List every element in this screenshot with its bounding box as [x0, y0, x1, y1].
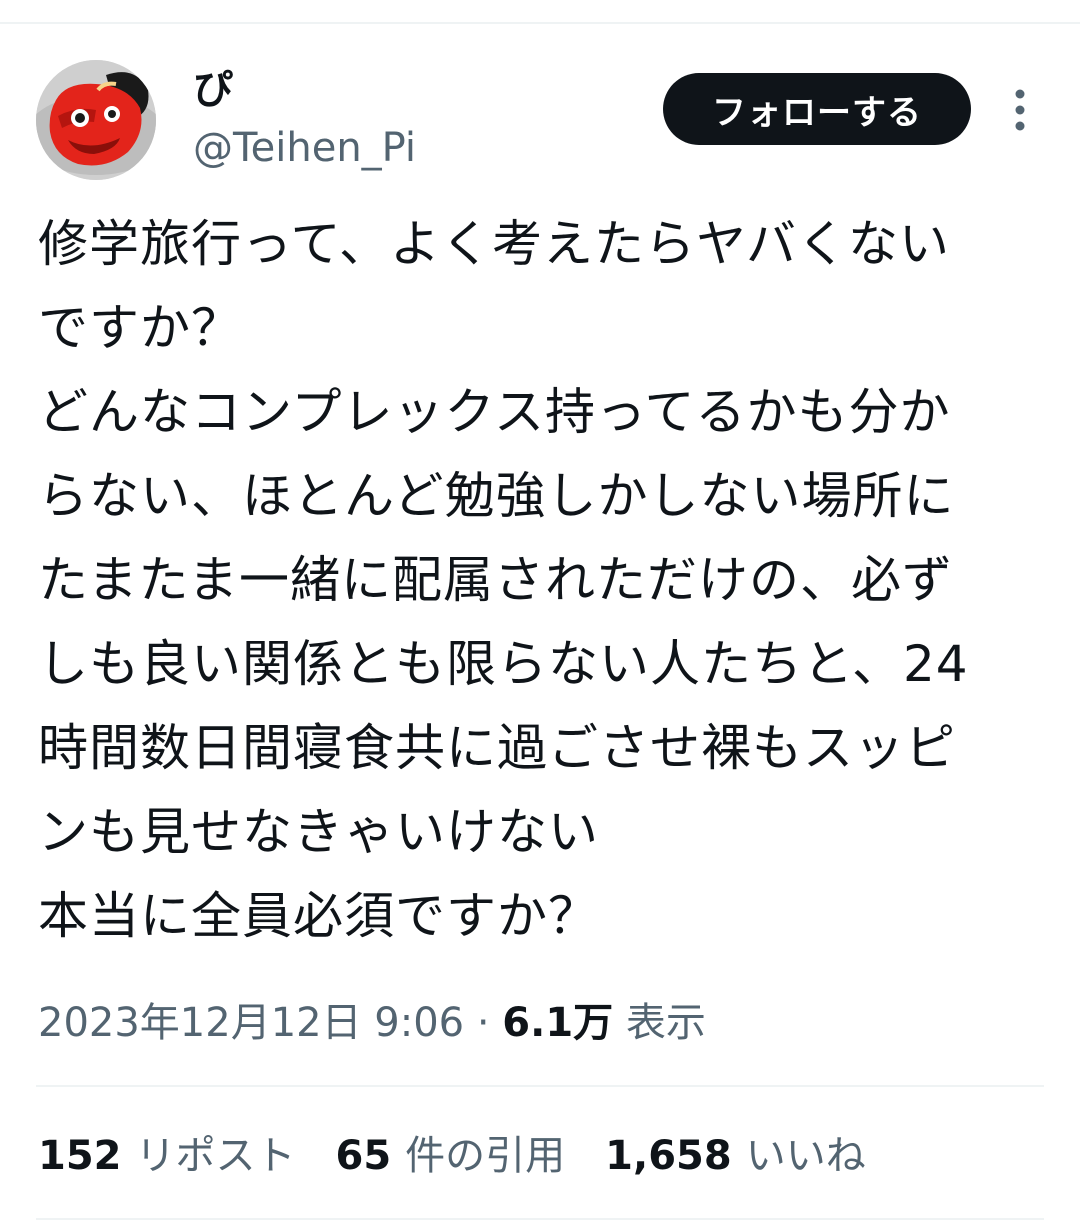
author-handle[interactable]: @Teihen_Pi — [193, 124, 416, 172]
like-stat[interactable]: 1,658 いいね — [605, 1128, 866, 1184]
tweet-meta: 2023年12月12日 9:06 · 6.1万 表示 — [38, 995, 706, 1051]
like-label: いいね — [745, 1133, 866, 1179]
repost-stat[interactable]: 152 リポスト — [38, 1128, 296, 1184]
author-display-name[interactable]: ぴ — [193, 66, 233, 114]
quote-count: 65 — [335, 1133, 392, 1179]
meta-separator: · — [464, 1000, 503, 1046]
follow-button[interactable]: フォローする — [663, 73, 971, 145]
avatar[interactable] — [36, 60, 156, 180]
red-tengu-mask-avatar-icon — [36, 60, 156, 180]
quote-stat[interactable]: 65 件の引用 — [336, 1128, 566, 1184]
repost-label: リポスト — [135, 1133, 296, 1179]
more-vertical-icon[interactable] — [1006, 86, 1034, 134]
tweet-timestamp[interactable]: 2023年12月12日 9:06 — [38, 1000, 464, 1046]
views-count: 6.1万 — [502, 1000, 614, 1046]
quote-label: 件の引用 — [405, 1133, 566, 1179]
views-label: 表示 — [625, 1000, 706, 1046]
like-count: 1,658 — [605, 1133, 732, 1179]
engagement-stats: 152 リポスト 65 件の引用 1,658 いいね — [38, 1128, 906, 1184]
repost-count: 152 — [38, 1133, 122, 1179]
bottom-divider — [36, 1218, 1044, 1220]
tweet-text: 修学旅行って、よく考えたらヤバくない ですか？ どんなコンプレックス持ってるかも… — [38, 215, 969, 945]
top-divider — [0, 22, 1080, 24]
mid-divider — [36, 1085, 1044, 1087]
